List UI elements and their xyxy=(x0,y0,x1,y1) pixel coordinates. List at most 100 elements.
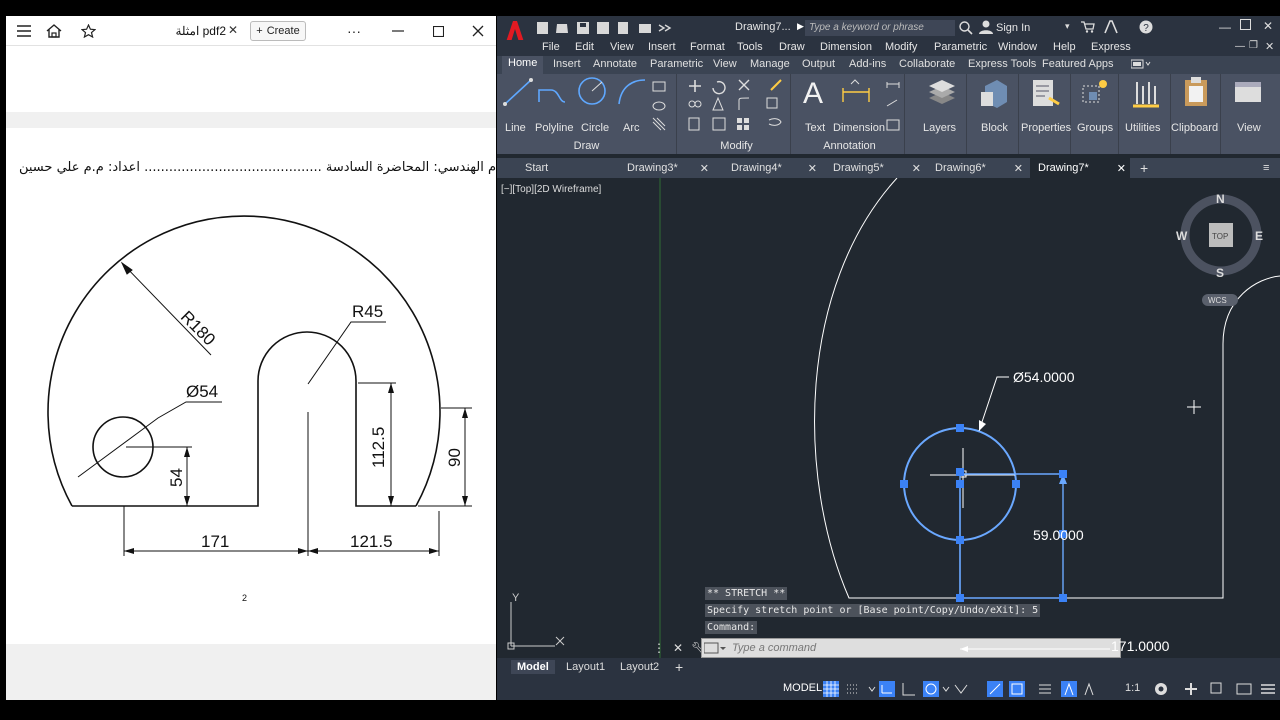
doc-close-icon[interactable]: ✕ xyxy=(1265,40,1274,53)
grip[interactable] xyxy=(1059,594,1067,602)
line-icon[interactable] xyxy=(503,78,533,109)
grip[interactable] xyxy=(956,594,964,602)
grip[interactable] xyxy=(956,468,964,476)
a360-icon[interactable] xyxy=(1103,20,1121,37)
tab-parametric[interactable]: Parametric xyxy=(650,58,703,70)
tab-start[interactable]: Start xyxy=(525,158,615,178)
menu-tools[interactable]: Tools xyxy=(737,41,763,53)
properties-label[interactable]: Properties xyxy=(1021,122,1071,134)
command-prompt-icon[interactable] xyxy=(703,642,726,657)
clipboard-label[interactable]: Clipboard xyxy=(1171,122,1218,134)
modify-panel-label[interactable]: Modify xyxy=(683,140,790,152)
block-icon[interactable] xyxy=(979,78,1009,111)
menu-help[interactable]: Help xyxy=(1053,41,1076,53)
quick-access-toolbar-icons[interactable] xyxy=(537,21,687,38)
tab-home[interactable]: Home xyxy=(502,56,544,74)
utilities-icon[interactable] xyxy=(1131,78,1161,111)
tab-drawing5[interactable]: Drawing5* ✕ xyxy=(825,158,921,178)
minimize-icon[interactable]: — xyxy=(1219,20,1231,34)
polyline-tool-label[interactable]: Polyline xyxy=(535,122,574,134)
clipboard-icon[interactable] xyxy=(1183,76,1209,111)
tab-model[interactable]: Model xyxy=(511,660,555,674)
menu-edit[interactable]: Edit xyxy=(575,41,594,53)
create-button[interactable]: + Create xyxy=(250,21,306,41)
close-tab-icon[interactable]: ✕ xyxy=(1014,162,1023,175)
tab-drawing4[interactable]: Drawing4* ✕ xyxy=(723,158,819,178)
grip[interactable] xyxy=(1059,470,1067,478)
menu-icon[interactable] xyxy=(12,20,36,42)
close-tab-icon[interactable]: ✕ xyxy=(1117,162,1126,175)
home-icon[interactable] xyxy=(42,20,66,42)
menu-modify[interactable]: Modify xyxy=(885,41,917,53)
grip[interactable] xyxy=(956,536,964,544)
close-tab-icon[interactable]: ✕ xyxy=(912,162,921,175)
text-icon[interactable]: A xyxy=(803,76,825,110)
maximize-icon[interactable] xyxy=(428,20,448,42)
ribbon-toggle-icon[interactable] xyxy=(1130,59,1151,72)
menu-parametric[interactable]: Parametric xyxy=(934,41,987,53)
tab-output[interactable]: Output xyxy=(802,58,835,70)
model-space-button[interactable]: MODEL xyxy=(783,682,822,694)
doc-restore-icon[interactable]: ❐ xyxy=(1249,40,1258,51)
utilities-label[interactable]: Utilities xyxy=(1125,122,1160,134)
close-window-icon[interactable] xyxy=(468,20,488,42)
properties-icon[interactable] xyxy=(1031,78,1061,111)
menu-view[interactable]: View xyxy=(610,41,634,53)
tab-drawing6[interactable]: Drawing6* ✕ xyxy=(927,158,1023,178)
status-right-icons[interactable] xyxy=(1153,681,1277,697)
tab-layout2[interactable]: Layout2 xyxy=(614,660,665,674)
tab-insert[interactable]: Insert xyxy=(553,58,581,70)
circle-tool-label[interactable]: Circle xyxy=(581,122,609,134)
draw-extra-icons[interactable] xyxy=(651,80,675,139)
drawing-viewport[interactable]: [−][Top][2D Wireframe] Ø54.0000 59.0000 … xyxy=(497,178,1280,662)
groups-label[interactable]: Groups xyxy=(1077,122,1113,134)
tab-add-ins[interactable]: Add-ins xyxy=(849,58,886,70)
search-icon[interactable] xyxy=(959,21,973,38)
close-tab-icon[interactable]: ✕ xyxy=(808,162,817,175)
menu-window[interactable]: Window xyxy=(998,41,1037,53)
favorite-star-icon[interactable] xyxy=(76,20,100,42)
tab-drawing3[interactable]: Drawing3* ✕ xyxy=(619,158,715,178)
add-layout-icon[interactable]: + xyxy=(669,658,689,676)
line-tool-label[interactable]: Line xyxy=(505,122,526,134)
tab-manage[interactable]: Manage xyxy=(750,58,790,70)
command-input[interactable]: Type a command xyxy=(701,638,1121,658)
user-icon[interactable] xyxy=(979,20,993,37)
tab-layout1[interactable]: Layout1 xyxy=(560,660,611,674)
arc-tool-label[interactable]: Arc xyxy=(623,122,640,134)
grip-handle-icon[interactable]: ⋮ xyxy=(653,641,665,655)
polyline-icon[interactable] xyxy=(537,82,567,109)
tab-collaborate[interactable]: Collaborate xyxy=(899,58,955,70)
circle-icon[interactable] xyxy=(577,76,607,109)
tab-express-tools[interactable]: Express Tools xyxy=(968,58,1036,70)
dimension-tool-label[interactable]: Dimension xyxy=(833,122,885,134)
view-label[interactable]: View xyxy=(1237,122,1261,134)
sign-in-link[interactable]: Sign In xyxy=(996,22,1030,34)
annotation-extra-icons[interactable] xyxy=(885,80,903,137)
grip[interactable] xyxy=(1012,480,1020,488)
help-icon[interactable]: ? xyxy=(1139,20,1153,37)
tab-featured-apps[interactable]: Featured Apps xyxy=(1042,58,1114,70)
text-tool-label[interactable]: Text xyxy=(805,122,825,134)
search-input[interactable]: Type a keyword or phrase xyxy=(805,20,955,36)
more-options-icon[interactable]: ··· xyxy=(344,20,364,42)
arc-icon[interactable] xyxy=(617,78,647,109)
menu-insert[interactable]: Insert xyxy=(648,41,676,53)
modify-tool-icons[interactable] xyxy=(687,78,787,139)
sign-in-dropdown-icon[interactable]: ▾ xyxy=(1065,21,1070,32)
grip[interactable] xyxy=(900,480,908,488)
block-label[interactable]: Block xyxy=(981,122,1008,134)
grip[interactable] xyxy=(956,424,964,432)
tab-annotate[interactable]: Annotate xyxy=(593,58,637,70)
status-toggle-icons[interactable] xyxy=(823,681,1123,697)
doc-minimize-icon[interactable]: — xyxy=(1235,41,1245,52)
minimize-icon[interactable] xyxy=(388,20,408,42)
maximize-icon[interactable] xyxy=(1240,19,1251,33)
viewcube[interactable]: TOP N S E W WCS xyxy=(1176,192,1263,306)
layers-label[interactable]: Layers xyxy=(923,122,956,134)
wcs-label[interactable]: WCS xyxy=(1208,296,1227,305)
dimension-icon[interactable] xyxy=(841,78,871,109)
menu-dimension[interactable]: Dimension xyxy=(820,41,872,53)
tabs-menu-icon[interactable]: ≡ xyxy=(1263,158,1275,178)
view-icon[interactable] xyxy=(1233,78,1263,109)
